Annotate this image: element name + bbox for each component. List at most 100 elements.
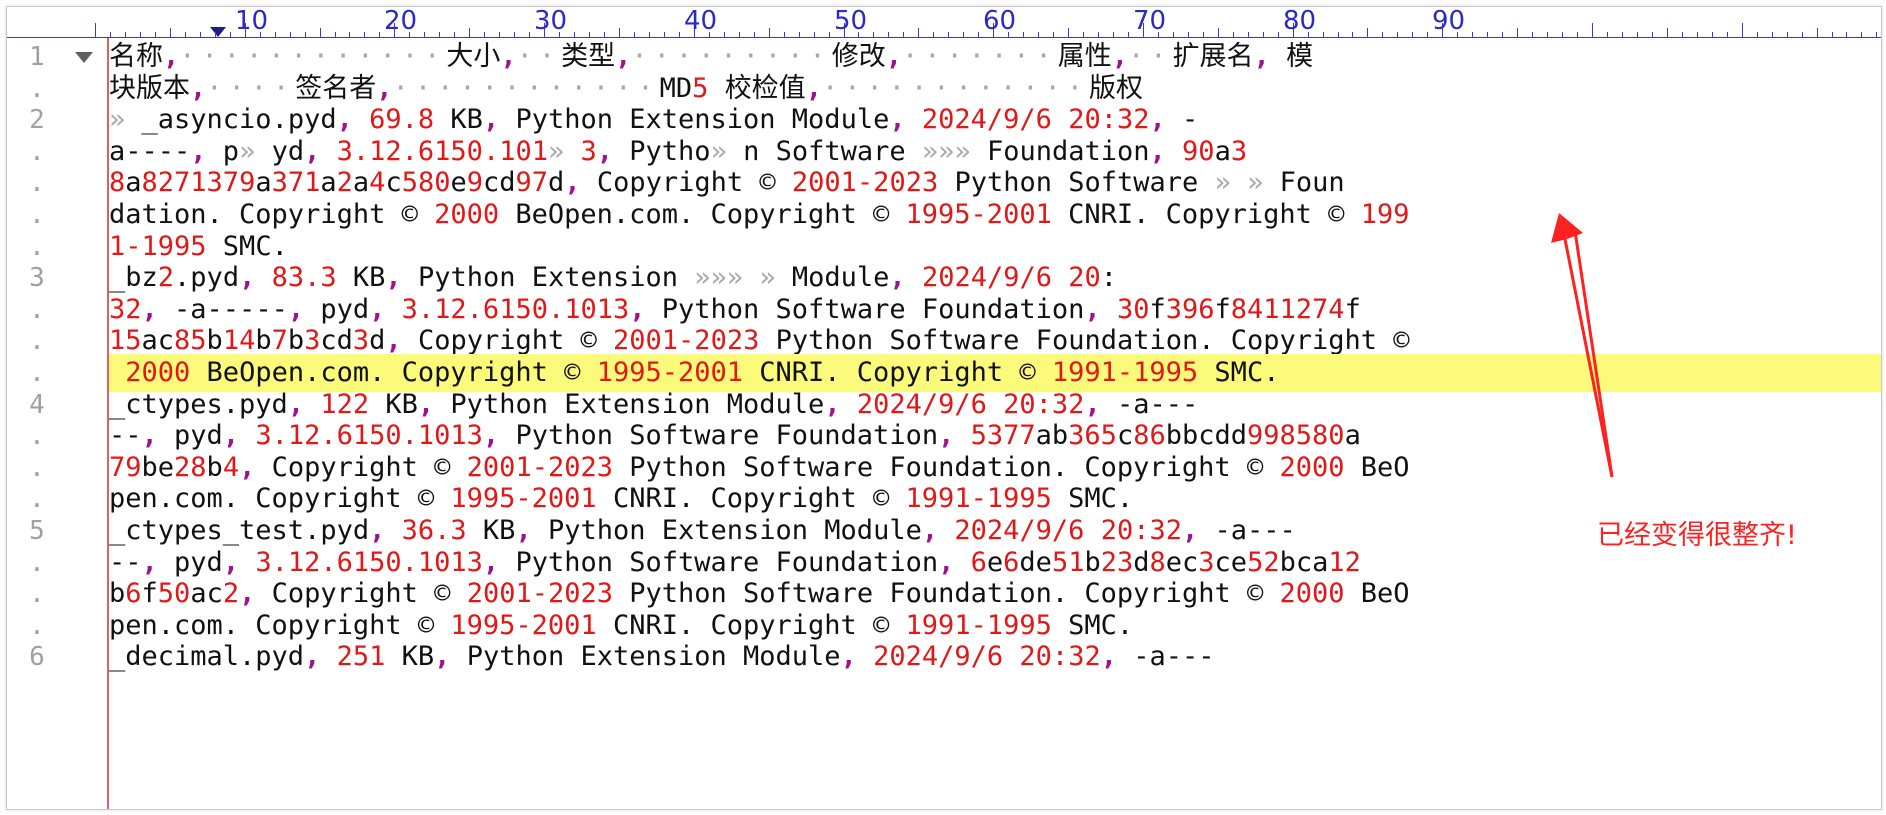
ruler-tick <box>814 32 815 37</box>
ruler-tick <box>454 32 455 37</box>
ruler-tick <box>1607 32 1608 37</box>
ruler-tick <box>649 32 650 37</box>
ruler-tick <box>739 32 740 37</box>
text-area[interactable]: 名称,············大小,··类型,·········修改,·····… <box>109 38 1881 809</box>
column-ruler: 10 20 30 40 50 60 70 80 90 <box>7 7 1881 38</box>
ruler-tick <box>1188 32 1189 37</box>
ruler-tick <box>215 32 216 37</box>
ruler-tick <box>1203 32 1204 37</box>
ruler-tick <box>634 32 635 37</box>
line-number: 6 <box>29 642 45 673</box>
ruler-label: 40 <box>684 6 718 36</box>
ruler-tick <box>499 32 500 37</box>
ruler-tick <box>484 32 485 37</box>
ruler-tick <box>469 28 470 37</box>
ruler-tick <box>1323 32 1324 37</box>
ruler-tick <box>1367 28 1368 37</box>
ruler-tick <box>305 32 306 37</box>
ruler-label: 60 <box>983 6 1017 36</box>
ruler-tick <box>903 32 904 37</box>
ruler-tick <box>1502 32 1503 37</box>
ruler-tick <box>1577 32 1578 37</box>
ruler-tick <box>664 32 665 37</box>
ruler-tick <box>439 32 440 37</box>
ruler-tick <box>1218 28 1219 37</box>
ruler-tick <box>1592 23 1593 37</box>
ruler-tick <box>155 32 156 37</box>
ruler-tick <box>1382 32 1383 37</box>
ruler-tick <box>1547 32 1548 37</box>
ruler-tick <box>1772 32 1773 37</box>
ruler-tick <box>1817 28 1818 37</box>
ruler-tick <box>1861 32 1862 37</box>
ruler-tick <box>1487 32 1488 37</box>
ruler-tick <box>1023 32 1024 37</box>
ruler-label: 90 <box>1432 6 1466 36</box>
ruler-tick <box>1427 32 1428 37</box>
ruler-tick <box>1667 28 1668 37</box>
ruler-tick <box>619 28 620 37</box>
ruler-tick <box>1637 32 1638 37</box>
ruler-tick <box>110 32 111 37</box>
fold-arrow-icon[interactable] <box>75 52 93 63</box>
ruler-tick <box>200 32 201 37</box>
ruler-tick <box>1083 32 1084 37</box>
ruler-tick <box>320 28 321 37</box>
ruler-tick <box>514 32 515 37</box>
ruler-tick <box>335 32 336 37</box>
line-number-gutter: 1.2....3...4...5...6 <box>7 38 109 809</box>
ruler-tick <box>1068 28 1069 37</box>
ruler-tick <box>918 28 919 37</box>
ruler-tick <box>1128 32 1129 37</box>
ruler-tick <box>1338 32 1339 37</box>
ruler-tick <box>873 32 874 37</box>
ruler-tick <box>1248 32 1249 37</box>
ruler-tick <box>963 32 964 37</box>
ruler-tick <box>1876 32 1877 37</box>
ruler-label: 30 <box>534 6 568 36</box>
ruler-tick <box>589 32 590 37</box>
ruler-label: 70 <box>1133 6 1167 36</box>
text-line[interactable]: _decimal.pyd, 251 KB, Python Extension M… <box>109 638 1881 676</box>
ruler-tick <box>724 32 725 37</box>
ruler-label: 80 <box>1283 6 1317 36</box>
ruler-tick <box>933 32 934 37</box>
ruler-tick <box>888 32 889 37</box>
ruler-tick <box>1652 32 1653 37</box>
ruler-tick <box>799 32 800 37</box>
ruler-tick <box>1697 32 1698 37</box>
ruler-tick <box>364 32 365 37</box>
editor-window: 10 20 30 40 50 60 70 80 90 1.2....3...4...5...6 … <box>6 6 1882 810</box>
ruler-tick <box>948 32 949 37</box>
ruler-tick <box>1562 32 1563 37</box>
ruler-tick <box>1263 32 1264 37</box>
ruler-tick <box>784 32 785 37</box>
ruler-tick <box>170 28 171 37</box>
ruler-tick <box>1053 32 1054 37</box>
ruler-tick <box>604 32 605 37</box>
ruler-tick <box>1173 32 1174 37</box>
ruler-tick <box>1846 32 1847 37</box>
annotation-text: 已经变得很整齐! <box>1597 520 1797 551</box>
ruler-tick <box>829 32 830 37</box>
ruler-label: 20 <box>384 6 418 36</box>
ruler-tick <box>978 32 979 37</box>
ruler-tick <box>1727 32 1728 37</box>
ruler-tick <box>379 32 380 37</box>
ruler-tick <box>1682 32 1683 37</box>
ruler-tick <box>140 32 141 37</box>
ruler-tick <box>1233 32 1234 37</box>
ruler-tick <box>1113 32 1114 37</box>
ruler-tick <box>1038 32 1039 37</box>
ruler-tick <box>1352 32 1353 37</box>
ruler-label: 50 <box>834 6 868 36</box>
cursor-column-marker-icon <box>210 27 226 37</box>
ruler-tick <box>1622 32 1623 37</box>
ruler-tick <box>1787 32 1788 37</box>
ruler-tick <box>185 32 186 37</box>
ruler-tick <box>230 32 231 37</box>
ruler-label: 10 <box>235 6 269 36</box>
ruler-tick <box>679 32 680 37</box>
ruler-tick <box>1278 32 1279 37</box>
ruler-tick <box>529 32 530 37</box>
